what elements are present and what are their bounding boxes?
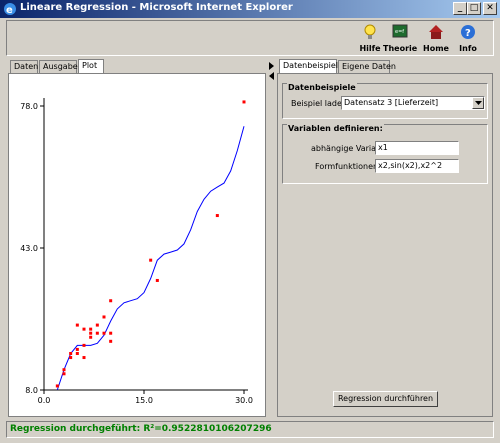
data-point bbox=[242, 100, 246, 104]
variables-group: Variablen definieren: abhängige Variable… bbox=[282, 124, 488, 184]
data-point bbox=[95, 323, 99, 327]
data-point bbox=[109, 331, 113, 335]
data-point bbox=[75, 347, 79, 351]
data-point bbox=[55, 384, 59, 388]
close-button[interactable]: ✕ bbox=[483, 2, 497, 15]
right-tab-bar: Datenbeispiele Eigene Daten bbox=[279, 59, 493, 74]
data-point bbox=[89, 331, 93, 335]
example-select[interactable]: Datensatz 3 [Lieferzeit] bbox=[341, 96, 485, 110]
tab-datenbeispiele[interactable]: Datenbeispiele bbox=[279, 59, 343, 74]
svg-text:e: e bbox=[6, 5, 13, 16]
home-icon bbox=[429, 25, 443, 39]
data-point bbox=[82, 327, 86, 331]
help-label: Hilfe bbox=[359, 44, 381, 53]
examples-legend: Datenbeispiele bbox=[287, 83, 357, 92]
variables-legend: Variablen definieren: bbox=[287, 124, 384, 133]
chalkboard-icon: e=f bbox=[392, 24, 408, 38]
examples-group: Datenbeispiele Beispiel laden Datensatz … bbox=[282, 83, 488, 119]
data-point bbox=[69, 351, 73, 355]
data-point bbox=[82, 343, 86, 347]
ie-logo-icon: e bbox=[4, 3, 16, 16]
lightbulb-icon bbox=[364, 24, 376, 39]
left-tab-bar: Daten Ausgabe Plot bbox=[10, 59, 266, 74]
info-label: Info bbox=[459, 44, 477, 53]
chevron-down-icon bbox=[475, 101, 482, 105]
data-point bbox=[62, 368, 66, 372]
data-point bbox=[69, 356, 73, 360]
data-point bbox=[95, 331, 99, 335]
dropdown-button[interactable] bbox=[472, 97, 484, 109]
form-functions-input[interactable]: x2,sin(x2),x2^2 bbox=[375, 159, 459, 173]
data-point bbox=[89, 335, 93, 339]
data-point bbox=[155, 278, 159, 282]
data-point bbox=[62, 372, 66, 376]
tab-ausgabe[interactable]: Ausgabe bbox=[39, 60, 78, 73]
data-point bbox=[75, 323, 79, 327]
home-button[interactable]: Home bbox=[419, 22, 453, 55]
settings-panel: Datenbeispiele Beispiel laden Datensatz … bbox=[277, 73, 493, 417]
collapse-arrows-icon bbox=[269, 62, 274, 80]
x-tick-label-0: 0.0 bbox=[38, 396, 51, 405]
theory-label: Theorie bbox=[383, 44, 418, 53]
status-bar: Regression durchgeführt: R²=0.9522810106… bbox=[6, 421, 494, 438]
tab-eigene-daten[interactable]: Eigene Daten bbox=[338, 60, 396, 73]
run-regression-button[interactable]: Regression durchführen bbox=[333, 391, 438, 407]
data-point bbox=[75, 351, 79, 355]
tab-plot[interactable]: Plot bbox=[78, 59, 104, 74]
form-functions-label: Formfunktionen bbox=[315, 162, 379, 171]
data-point bbox=[109, 339, 113, 343]
info-button[interactable]: ? Info bbox=[451, 22, 485, 55]
svg-text:e=f: e=f bbox=[395, 29, 404, 35]
x-tick-label-2: 30.0 bbox=[235, 396, 253, 405]
example-select-value: Datensatz 3 [Lieferzeit] bbox=[344, 98, 439, 107]
toolbar: Hilfe e=f Theorie Home ? Info bbox=[6, 20, 494, 56]
theory-button[interactable]: e=f Theorie bbox=[383, 22, 417, 55]
data-point bbox=[109, 299, 113, 303]
data-point bbox=[82, 356, 86, 360]
x-tick-label-1: 15.0 bbox=[135, 396, 153, 405]
y-tick-label-1: 43.0 bbox=[20, 244, 38, 253]
title-bar: e Lineare Regression - Microsoft Interne… bbox=[0, 0, 500, 18]
data-point bbox=[89, 327, 93, 331]
maximize-button[interactable]: □ bbox=[467, 2, 481, 15]
window-title: Lineare Regression - Microsoft Internet … bbox=[20, 2, 293, 13]
data-point bbox=[215, 214, 219, 218]
data-point bbox=[149, 258, 153, 262]
data-point bbox=[102, 331, 106, 335]
fit-curve bbox=[56, 126, 245, 391]
y-tick-label-2: 78.0 bbox=[20, 102, 38, 111]
info-icon: ? bbox=[461, 25, 475, 39]
svg-text:?: ? bbox=[465, 28, 471, 39]
load-example-label: Beispiel laden bbox=[291, 99, 347, 108]
split-divider[interactable] bbox=[268, 60, 276, 418]
minimize-button[interactable]: _ bbox=[453, 2, 467, 15]
help-button[interactable]: Hilfe bbox=[353, 22, 387, 55]
regression-plot: 8.0 43.0 78.0 0.0 15.0 30.0 bbox=[20, 98, 253, 405]
data-point bbox=[102, 315, 106, 319]
home-label: Home bbox=[423, 44, 449, 53]
tab-daten[interactable]: Daten bbox=[10, 60, 38, 73]
y-tick-label-0: 8.0 bbox=[25, 386, 38, 395]
plot-panel: 8.0 43.0 78.0 0.0 15.0 30.0 bbox=[8, 73, 266, 417]
dependent-variable-input[interactable]: x1 bbox=[375, 141, 459, 155]
